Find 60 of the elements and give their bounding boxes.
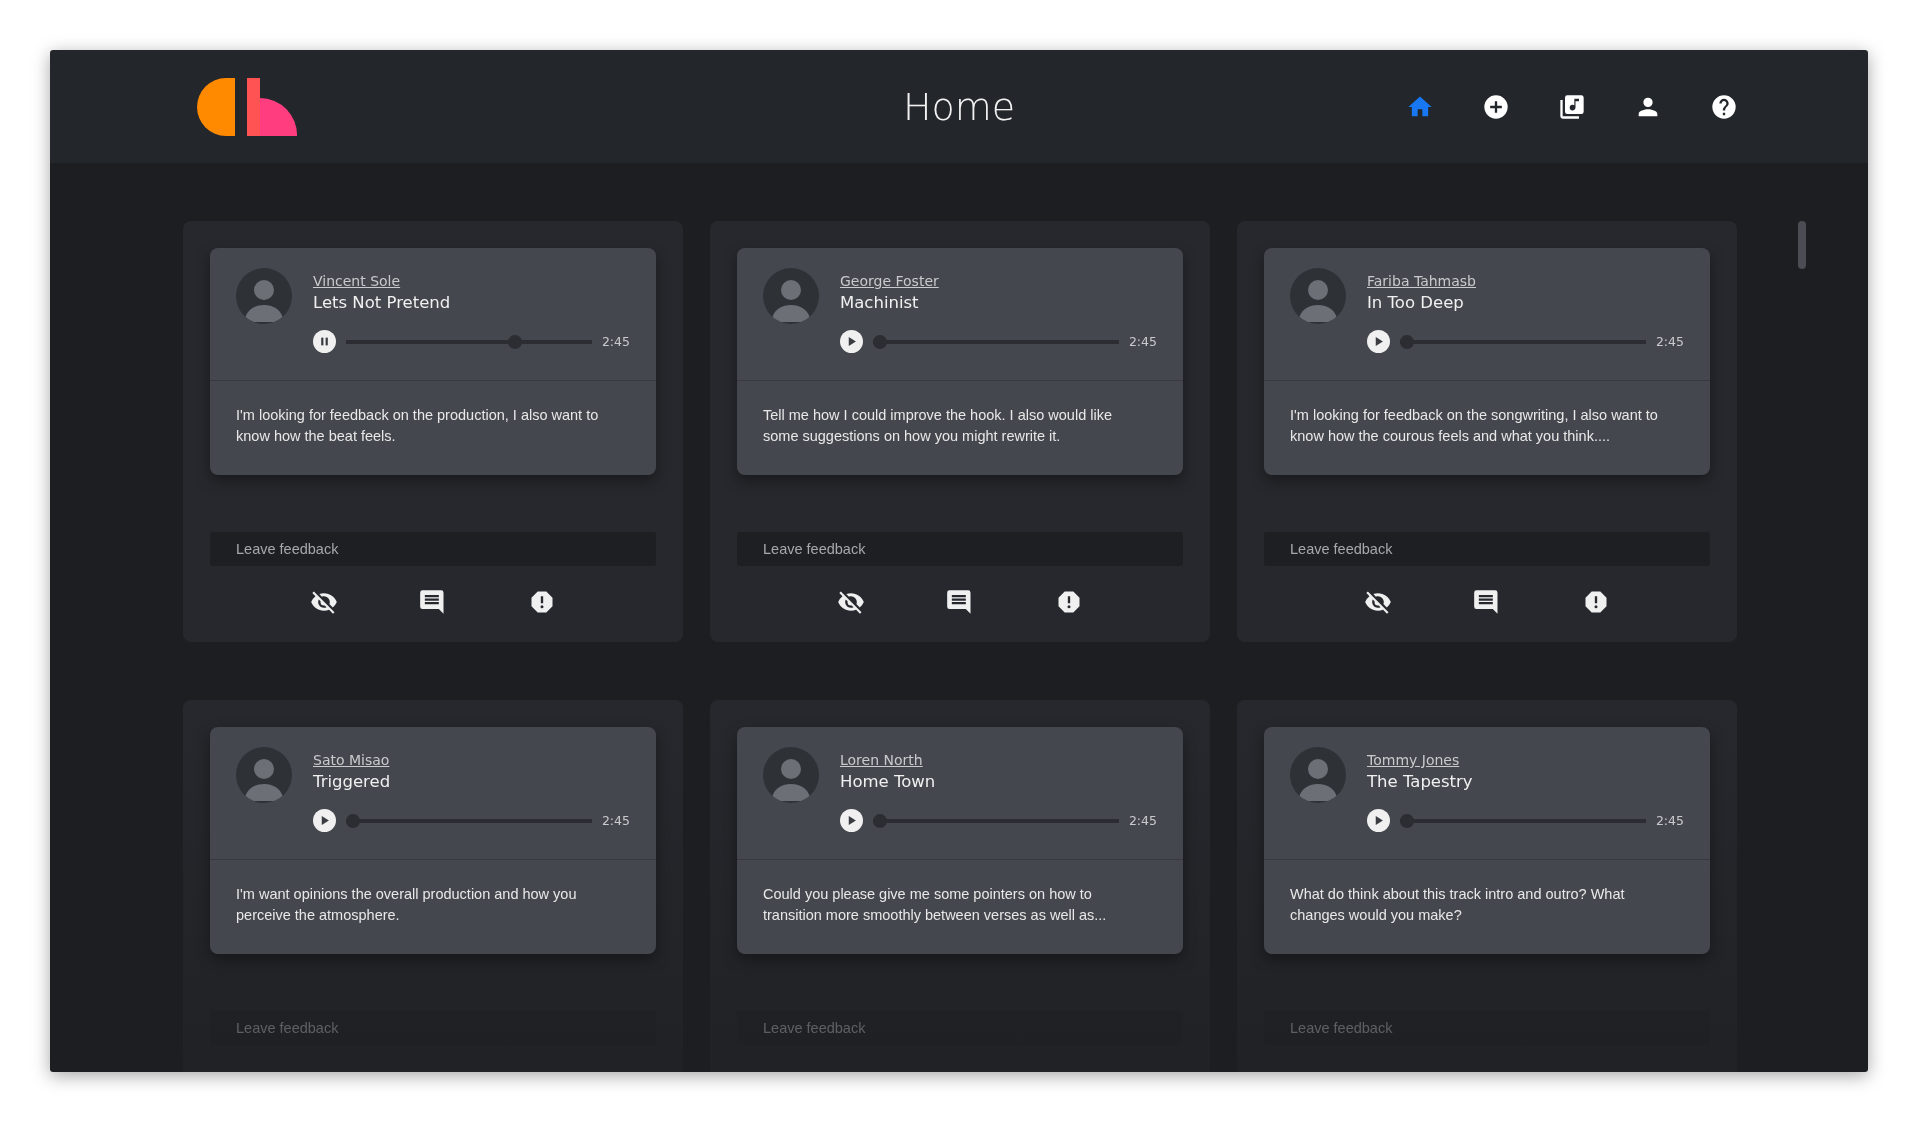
track-title: Home Town	[840, 772, 937, 791]
feedback-field[interactable]: Leave feedback	[1264, 532, 1710, 566]
progress-thumb[interactable]	[873, 334, 887, 349]
post-description: I'm looking for feedback on the production, I also want to know how the beat feels.	[235, 406, 600, 446]
progress-thumb[interactable]	[346, 813, 360, 828]
play-icon	[319, 815, 330, 826]
track-title: Triggered	[313, 772, 392, 791]
post-description: Tell me how I could improve the hook. I also would like some suggestions on how you might rewrite it.	[762, 406, 1113, 446]
avatar	[1290, 268, 1346, 324]
artist-link[interactable]: George Foster	[840, 273, 939, 289]
duration: 2:45	[601, 813, 630, 828]
play-icon	[1373, 336, 1384, 347]
artist-link[interactable]: Vincent Sole	[313, 273, 401, 289]
post-description: Could you please give me some pointers on how to transition more smoothly between verses as well as...	[762, 885, 1108, 925]
duration: 2:45	[601, 334, 630, 349]
avatar	[763, 268, 819, 324]
artist-link[interactable]: Tommy Jones	[1367, 752, 1460, 768]
pause-icon	[319, 336, 330, 347]
artist-link[interactable]: Loren North	[840, 752, 923, 768]
post-description: I'm want opinions the overall production and how you perceive the atmosphere.	[235, 885, 578, 925]
logo[interactable]	[197, 77, 297, 136]
progress-thumb[interactable]	[873, 813, 887, 828]
avatar	[236, 268, 292, 324]
play-button[interactable]	[840, 330, 863, 353]
track-title: In Too Deep	[1367, 293, 1465, 312]
duration: 2:45	[1128, 334, 1157, 349]
duration: 2:45	[1655, 334, 1684, 349]
scrollbar-thumb[interactable]	[1798, 221, 1806, 269]
play-icon	[846, 336, 857, 347]
play-icon	[846, 815, 857, 826]
artist-link[interactable]: Fariba Tahmasb	[1367, 273, 1476, 289]
duration: 2:45	[1128, 813, 1157, 828]
post-description: What do think about this track intro and outro? What changes would you make?	[1289, 885, 1626, 925]
post-description: I'm looking for feedback on the songwriting, I also want to know how the courous feels and what you think....	[1289, 406, 1659, 446]
help-icon[interactable]	[1710, 92, 1738, 121]
pause-button[interactable]	[313, 330, 336, 353]
track-title: Lets Not Pretend	[313, 293, 452, 312]
avatar	[763, 747, 819, 803]
artist-link[interactable]: Sato Misao	[313, 752, 390, 768]
plus-circle-icon[interactable]	[1482, 92, 1510, 121]
feedback-field[interactable]: Leave feedback	[210, 532, 656, 566]
progress-thumb[interactable]	[508, 334, 523, 349]
comment-icon[interactable]	[946, 588, 974, 616]
play-button[interactable]	[313, 809, 336, 832]
play-button[interactable]	[840, 809, 863, 832]
avatar	[236, 747, 292, 803]
track-title: Machinist	[840, 293, 920, 312]
progress-thumb[interactable]	[1400, 334, 1414, 349]
duration: 2:45	[1655, 813, 1684, 828]
play-button[interactable]	[1367, 330, 1390, 353]
track-title: The Tapestry	[1367, 772, 1474, 791]
comment-icon[interactable]	[419, 588, 447, 616]
avatar	[1290, 747, 1346, 803]
play-button[interactable]	[1367, 809, 1390, 832]
play-icon	[1373, 815, 1384, 826]
page-title: Home	[902, 84, 1016, 129]
feedback-field[interactable]: Leave feedback	[737, 532, 1183, 566]
progress-thumb[interactable]	[1400, 813, 1414, 828]
comment-icon[interactable]	[1473, 588, 1501, 616]
music-library-icon[interactable]	[1558, 92, 1586, 121]
